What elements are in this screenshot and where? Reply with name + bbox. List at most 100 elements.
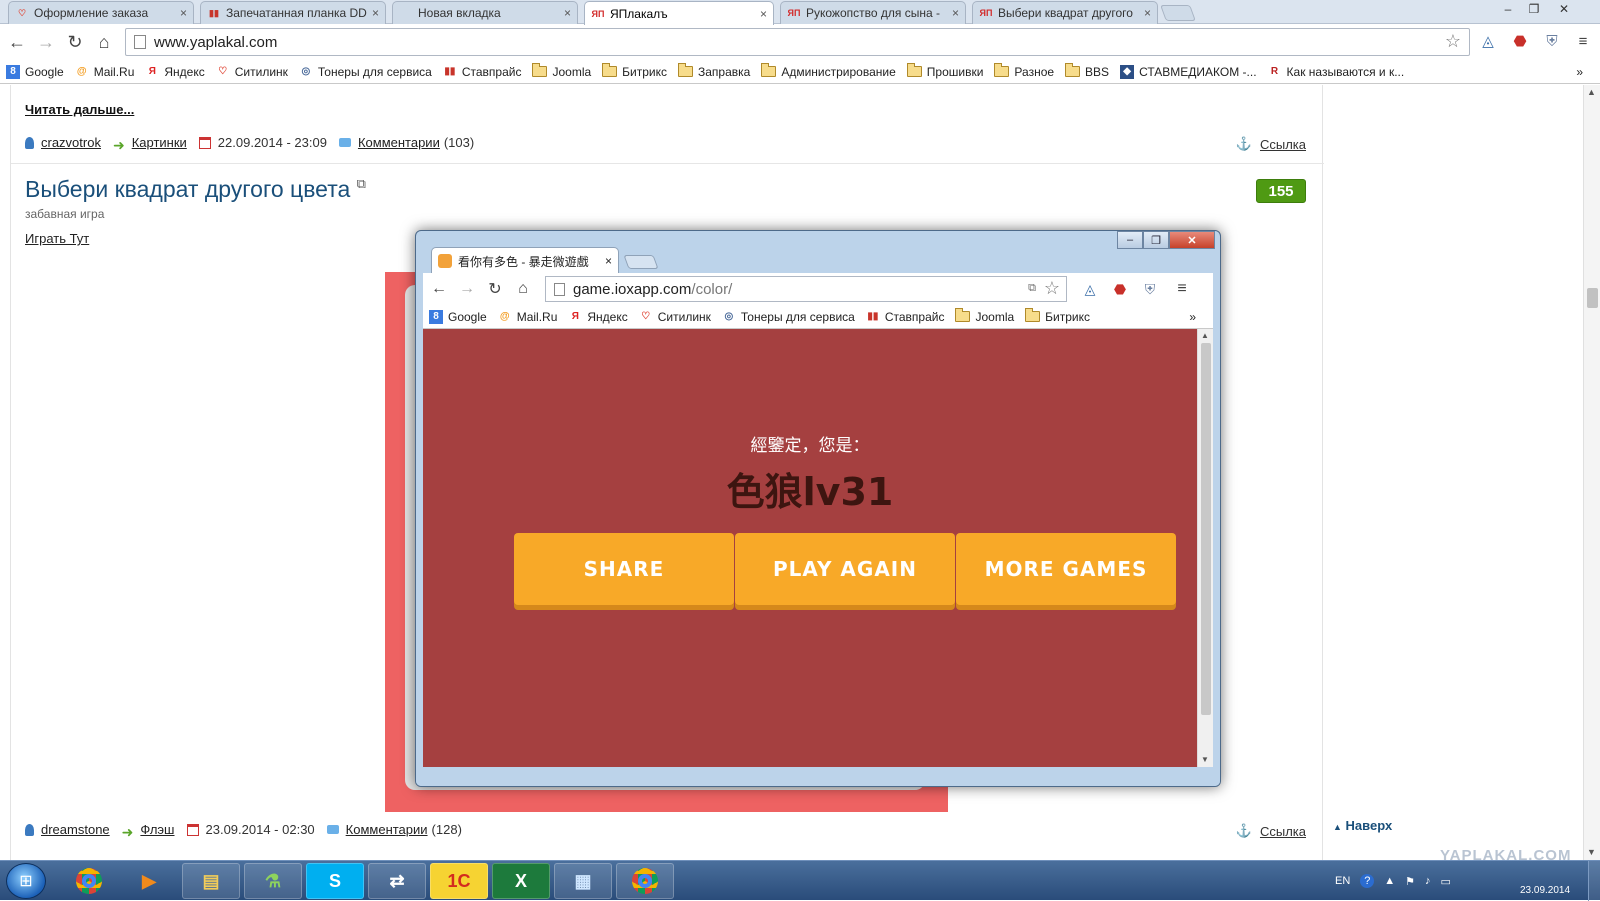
tray-arrow-icon[interactable]: ▲ xyxy=(1384,875,1395,887)
read-more-link[interactable]: Читать дальше... xyxy=(25,102,134,117)
bookmark-toner[interactable]: ◎ Тонеры для сервиса xyxy=(722,310,855,324)
back-icon[interactable]: ← xyxy=(6,31,28,53)
restore-icon[interactable]: ❐ xyxy=(1143,231,1169,249)
bookmark-misc[interactable]: Разное xyxy=(994,63,1054,79)
close-icon[interactable]: × xyxy=(372,6,379,20)
tab-vyberi[interactable]: ЯП Выбери квадрат другого × xyxy=(972,1,1158,24)
close-icon[interactable]: × xyxy=(564,6,571,20)
bookmark-bitrix[interactable]: Битрикс xyxy=(602,63,667,79)
adblock-icon[interactable]: ⬣ xyxy=(1109,278,1131,300)
reload-icon[interactable]: ↻ xyxy=(64,31,86,53)
volume-icon[interactable]: ♪ xyxy=(1425,875,1431,887)
rating-badge[interactable]: 155 xyxy=(1256,179,1306,203)
bookmark-zapravka[interactable]: Заправка xyxy=(678,63,750,79)
bookmark-google[interactable]: 8 Google xyxy=(429,309,487,324)
home-icon[interactable]: ⌂ xyxy=(93,31,115,53)
help-icon[interactable]: ? xyxy=(1360,874,1375,888)
close-window-icon[interactable]: ✕ xyxy=(1169,231,1215,249)
bookmark-mailru[interactable]: @ Mail.Ru xyxy=(75,65,135,79)
bookmark-yandex[interactable]: Я Яндекс xyxy=(145,65,205,79)
bookmark-toner[interactable]: ◎ Тонеры для сервиса xyxy=(299,65,432,79)
star-icon[interactable]: ☆ xyxy=(1445,31,1461,52)
taskbar-excel-icon[interactable]: X xyxy=(492,863,550,899)
scroll-thumb[interactable] xyxy=(1201,343,1211,715)
taskbar-remote-desktop-icon[interactable]: ▦ xyxy=(554,863,612,899)
bookmark-stavprice[interactable]: ▮▮ Ставпрайс xyxy=(443,65,521,79)
tab-order[interactable]: ♡ Оформление заказа × xyxy=(8,1,194,24)
taskbar-explorer-icon[interactable]: ▤ xyxy=(182,863,240,899)
play-here-link[interactable]: Играть Тут xyxy=(25,231,89,246)
more-games-button[interactable]: MORE GAMES xyxy=(956,533,1176,605)
bookmark-joomla[interactable]: Joomla xyxy=(955,308,1014,324)
tab-planka[interactable]: ▮▮ Запечатанная планка DD × xyxy=(200,1,386,24)
tray-clock-date[interactable]: 23.09.2014 xyxy=(1520,885,1570,896)
minimize-icon[interactable]: – xyxy=(1496,0,1520,18)
bookmark-bitrix[interactable]: Битрикс xyxy=(1025,308,1090,324)
address-bar[interactable]: www.yaplakal.com ☆ xyxy=(125,28,1470,56)
permalink[interactable]: ⚓ Ссылка xyxy=(1236,823,1306,839)
network-icon[interactable]: ▭ xyxy=(1441,875,1451,888)
category-link[interactable]: Картинки xyxy=(132,135,187,150)
minimize-icon[interactable]: – xyxy=(1117,231,1143,249)
close-icon[interactable]: × xyxy=(952,6,959,20)
bookmark-stavmedia[interactable]: ◆ СТАВМЕДИАКОМ -... xyxy=(1120,64,1257,79)
menu-icon[interactable]: ≡ xyxy=(1171,278,1193,300)
bookmark-joomla[interactable]: Joomla xyxy=(532,63,591,79)
shield-icon[interactable]: ⛨ xyxy=(1541,30,1563,52)
popup-address-bar[interactable]: game.ioxapp.com/color/ ⧉ ☆ xyxy=(545,276,1067,302)
taskbar-chrome-icon[interactable] xyxy=(60,863,118,899)
bookmark-admin[interactable]: Администрирование xyxy=(761,63,896,79)
bookmark-bbs[interactable]: BBS xyxy=(1065,63,1109,79)
popup-tab[interactable]: 看你有多色 - 暴走微遊戲 × xyxy=(431,247,619,274)
scroll-up-icon[interactable]: ▲ xyxy=(1201,331,1209,340)
comments-link[interactable]: Комментарии xyxy=(346,822,428,837)
menu-icon[interactable]: ≡ xyxy=(1572,30,1594,52)
page-scrollbar[interactable]: ▲ ▼ xyxy=(1583,85,1600,860)
comments-link[interactable]: Комментарии xyxy=(358,135,440,150)
author-link[interactable]: dreamstone xyxy=(41,822,110,837)
taskbar-1c-icon[interactable]: 1С xyxy=(430,863,488,899)
bookmarks-more[interactable]: » xyxy=(1189,310,1196,324)
bookmark-stavprice[interactable]: ▮▮ Ставпрайс xyxy=(866,310,944,324)
close-window-icon[interactable]: ✕ xyxy=(1552,0,1576,18)
adblock-icon[interactable]: ⬣ xyxy=(1509,30,1531,52)
show-desktop-button[interactable] xyxy=(1588,861,1600,901)
star-icon[interactable]: ☆ xyxy=(1044,278,1060,299)
popup-scrollbar[interactable]: ▲ ▼ xyxy=(1197,329,1213,767)
bookmark-search[interactable]: R Как называются и к... xyxy=(1268,65,1404,79)
taskbar-skype-icon[interactable]: S xyxy=(306,863,364,899)
taskbar-chrome-active-icon[interactable] xyxy=(616,863,674,899)
restore-icon[interactable]: ❐ xyxy=(1522,0,1546,18)
extension-icon[interactable]: ◬ xyxy=(1477,30,1499,52)
popup-new-tab-button[interactable] xyxy=(623,255,659,269)
back-to-top-link[interactable]: ▲ Наверх xyxy=(1333,818,1392,833)
tab-new[interactable]: Новая вкладка × xyxy=(392,1,578,24)
extension-icon[interactable]: ◬ xyxy=(1079,278,1101,300)
taskbar-teamviewer-icon[interactable]: ⇄ xyxy=(368,863,426,899)
back-icon[interactable]: ← xyxy=(428,278,450,300)
permalink[interactable]: ⚓ Ссылка xyxy=(1236,136,1306,152)
language-indicator[interactable]: EN xyxy=(1335,875,1350,887)
new-tab-button[interactable] xyxy=(1160,5,1196,21)
home-icon[interactable]: ⌂ xyxy=(512,278,534,300)
category-link[interactable]: Флэш xyxy=(140,822,174,837)
bookmark-mailru[interactable]: @ Mail.Ru xyxy=(498,310,558,324)
bookmark-citilink[interactable]: ♡ Ситилинк xyxy=(216,65,288,79)
share-button[interactable]: SHARE xyxy=(514,533,734,605)
post-title[interactable]: Выбери квадрат другого цвета ⧉ xyxy=(25,176,366,203)
external-window-icon[interactable]: ⧉ xyxy=(357,176,366,191)
forward-icon[interactable]: → xyxy=(35,31,57,53)
close-icon[interactable]: × xyxy=(760,7,767,21)
close-icon[interactable]: × xyxy=(605,254,612,268)
close-icon[interactable]: × xyxy=(180,6,187,20)
shield-icon[interactable]: ⛨ xyxy=(1139,278,1161,300)
bookmark-firmware[interactable]: Прошивки xyxy=(906,63,983,79)
scroll-down-icon[interactable]: ▼ xyxy=(1587,847,1596,857)
start-button[interactable]: ⊞ xyxy=(6,863,46,899)
taskbar-media-player-icon[interactable]: ▶ xyxy=(120,863,178,899)
scroll-thumb[interactable] xyxy=(1587,288,1598,308)
close-icon[interactable]: × xyxy=(1144,6,1151,20)
tab-yaplakal[interactable]: ЯП ЯПлакалъ × xyxy=(584,1,774,25)
taskbar-network-icon[interactable]: ⚗ xyxy=(244,863,302,899)
play-again-button[interactable]: PLAY AGAIN xyxy=(735,533,955,605)
